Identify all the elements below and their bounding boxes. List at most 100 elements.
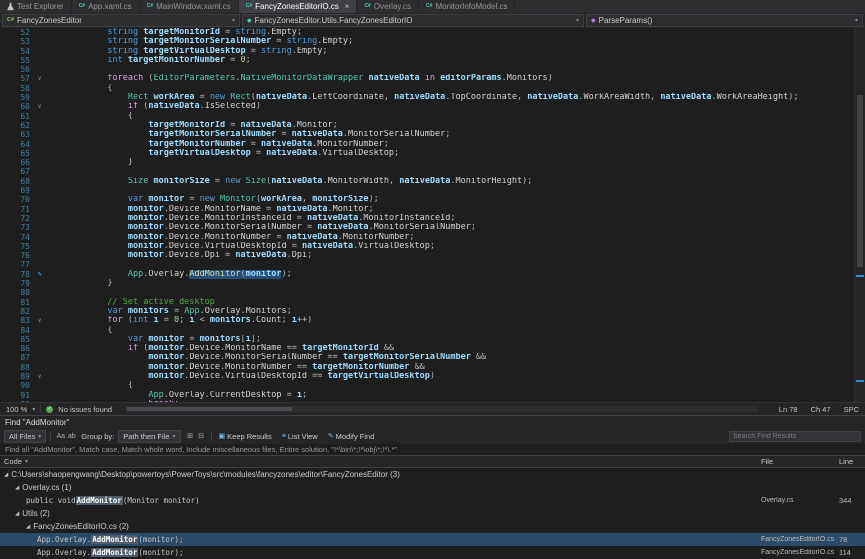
column-header-file[interactable]: File (761, 457, 839, 466)
code-text[interactable]: monitor.Device.MonitorSerialNumber = nat… (46, 223, 865, 232)
find-result-group[interactable]: ◢FancyZonesEditorIO.cs (2) (0, 520, 865, 533)
keep-results-icon: ▣ (219, 432, 226, 440)
code-text[interactable]: // Set active desktop (46, 298, 865, 307)
expand-all-button[interactable]: ⊞ (185, 431, 196, 442)
indent (46, 93, 128, 102)
tab-test-explorer[interactable]: Test Explorer (0, 0, 72, 13)
group-by-dropdown[interactable]: Path then File ▾ (118, 430, 180, 443)
code-text[interactable]: targetVirtualDesktop = nativeData.Virtua… (46, 149, 865, 158)
code-text[interactable]: Size monitorSize = new Size(nativeData.M… (46, 177, 865, 186)
glyph-margin (33, 260, 46, 269)
fold-chevron-icon[interactable]: ∨ (33, 372, 46, 381)
code-text[interactable] (46, 260, 865, 269)
project-dropdown[interactable]: C# FancyZonesEditor ▾ (2, 14, 240, 27)
result-code-pre: public void (26, 496, 76, 505)
line-number: 56 (0, 65, 33, 74)
code-text[interactable]: { (46, 326, 865, 335)
find-result-group[interactable]: ◢Overlay.cs (1) (0, 481, 865, 494)
code-text[interactable]: targetMonitorNumber = nativeData.Monitor… (46, 140, 865, 149)
code-text[interactable]: break; (46, 400, 865, 402)
tree-expanded-icon[interactable]: ◢ (15, 485, 19, 491)
code-text[interactable]: var monitor = monitors[i]; (46, 335, 865, 344)
line-number: 66 (0, 158, 33, 167)
code-text[interactable]: { (46, 381, 865, 390)
code-text[interactable]: monitor.Device.MonitorSerialNumber == ta… (46, 353, 865, 362)
fold-chevron-icon[interactable]: ∨ (33, 74, 46, 83)
code-text[interactable]: } (46, 279, 865, 288)
code-text[interactable]: { (46, 84, 865, 93)
code-text[interactable]: App.Overlay.CurrentDesktop = i; (46, 391, 865, 400)
fold-chevron-icon[interactable]: ∨ (33, 316, 46, 325)
tab-fancyzoneseditorio-cs[interactable]: C#FancyZonesEditorIO.cs× (239, 0, 358, 13)
match-case-button[interactable]: Aa (55, 431, 66, 442)
scrollbar-thumb[interactable] (127, 407, 291, 411)
code-text[interactable]: monitor.Device.MonitorName = nativeData.… (46, 205, 865, 214)
scope-dropdown[interactable]: All Files ▾ (4, 430, 46, 443)
modify-find-button[interactable]: ✎ Modify Find (325, 431, 378, 442)
zoom-level[interactable]: 100 % (6, 405, 27, 414)
tab-monitorinfomodel-cs[interactable]: C#MonitorInfoModel.cs (419, 0, 515, 13)
code-text[interactable]: Rect workArea = new Rect(nativeData.Left… (46, 93, 865, 102)
code-text[interactable]: monitor.Device.Dpi = nativeData.Dpi; (46, 251, 865, 260)
code-text[interactable]: targetMonitorSerialNumber = nativeData.M… (46, 130, 865, 139)
column-header-line[interactable]: Line (839, 457, 865, 466)
code-text[interactable]: string targetMonitorId = string.Empty; (46, 28, 865, 37)
code-text[interactable]: int targetMonitorNumber = 0; (46, 56, 865, 65)
fold-chevron-icon[interactable]: ∨ (33, 102, 46, 111)
find-result-group[interactable]: ◢C:\Users\shaopengwang\Desktop\powertoys… (0, 468, 865, 481)
find-result-item[interactable]: App.Overlay.AddMonitor(monitor);FancyZon… (0, 533, 865, 546)
tree-expanded-icon[interactable]: ◢ (4, 472, 8, 478)
code-text[interactable]: if (nativeData.IsSelected) (46, 102, 865, 111)
find-result-group[interactable]: ◢Utils (2) (0, 507, 865, 520)
tree-expanded-icon[interactable]: ◢ (26, 524, 30, 530)
code-text[interactable]: monitor.Device.MonitorNumber = nativeDat… (46, 233, 865, 242)
code-text[interactable]: string targetMonitorSerialNumber = strin… (46, 37, 865, 46)
tab-mainwindow-xaml-cs[interactable]: C#MainWindow.xaml.cs (140, 0, 239, 13)
code-text[interactable]: monitor.Device.MonitorInstanceId = nativ… (46, 214, 865, 223)
type-dropdown[interactable]: ◆ FancyZonesEditor.Utils.FancyZonesEdito… (242, 14, 584, 27)
close-icon[interactable]: × (345, 2, 350, 11)
code-text[interactable]: foreach (EditorParameters.NativeMonitorD… (46, 74, 865, 83)
issues-status-text[interactable]: No issues found (58, 405, 112, 414)
code-text[interactable]: var monitors = App.Overlay.Monitors; (46, 307, 865, 316)
code-text[interactable] (46, 65, 865, 74)
find-result-item[interactable]: App.Overlay.AddMonitor(monitor);FancyZon… (0, 546, 865, 559)
code-text[interactable]: { (46, 112, 865, 121)
code-text[interactable]: var monitor = new Monitor(workArea, moni… (46, 195, 865, 204)
code-text[interactable] (46, 167, 865, 176)
keep-results-button[interactable]: ▣ Keep Results (216, 431, 275, 442)
code-text[interactable]: } (46, 158, 865, 167)
member-dropdown[interactable]: ◆ ParseParams() ▾ (586, 14, 863, 27)
code-text[interactable]: App.Overlay.AddMonitor(monitor); (46, 270, 865, 279)
search-find-results-input[interactable] (729, 431, 861, 442)
code-line: 64 targetMonitorNumber = nativeData.Moni… (0, 140, 865, 149)
code-text[interactable]: if (monitor.Device.MonitorName == target… (46, 344, 865, 353)
find-result-item[interactable]: public void AddMonitor(Monitor monitor)O… (0, 494, 865, 507)
column-header-code[interactable]: Code ▾ (0, 457, 761, 466)
horizontal-scrollbar[interactable] (125, 406, 758, 412)
indent (46, 298, 107, 307)
code-line: 88 monitor.Device.MonitorNumber == targe… (0, 363, 865, 372)
code-text[interactable]: for (int i = 0; i < monitors.Count; i++) (46, 316, 865, 325)
collapse-all-button[interactable]: ⊟ (196, 431, 207, 442)
code-text[interactable] (46, 288, 865, 297)
code-text[interactable]: string targetVirtualDesktop = string.Emp… (46, 47, 865, 56)
issues-check-icon[interactable]: ✓ (46, 406, 53, 413)
code-text[interactable]: targetMonitorId = nativeData.Monitor; (46, 121, 865, 130)
match-whole-word-button[interactable]: ab (66, 431, 77, 442)
tab-label: Overlay.cs (374, 2, 411, 11)
list-view-button[interactable]: ≡ List View (279, 431, 321, 442)
code-text[interactable]: monitor.Device.MonitorNumber == targetMo… (46, 363, 865, 372)
find-summary-text: Find all "AddMonitor", Match case, Match… (5, 445, 397, 454)
code-text[interactable]: monitor.Device.VirtualDesktopId = native… (46, 242, 865, 251)
code-line: 86 if (monitor.Device.MonitorName == tar… (0, 344, 865, 353)
vertical-scrollbar[interactable] (854, 28, 865, 402)
scrollbar-thumb[interactable] (857, 95, 863, 267)
chevron-down-icon[interactable]: ▾ (32, 406, 35, 413)
tab-overlay-cs[interactable]: C#Overlay.cs (357, 0, 419, 13)
code-text[interactable] (46, 186, 865, 195)
code-editor[interactable]: 52 string targetMonitorId = string.Empty… (0, 28, 865, 402)
tab-app-xaml-cs[interactable]: C#App.xaml.cs (72, 0, 140, 13)
tree-expanded-icon[interactable]: ◢ (15, 511, 19, 517)
code-text[interactable]: monitor.Device.VirtualDesktopId == targe… (46, 372, 865, 381)
